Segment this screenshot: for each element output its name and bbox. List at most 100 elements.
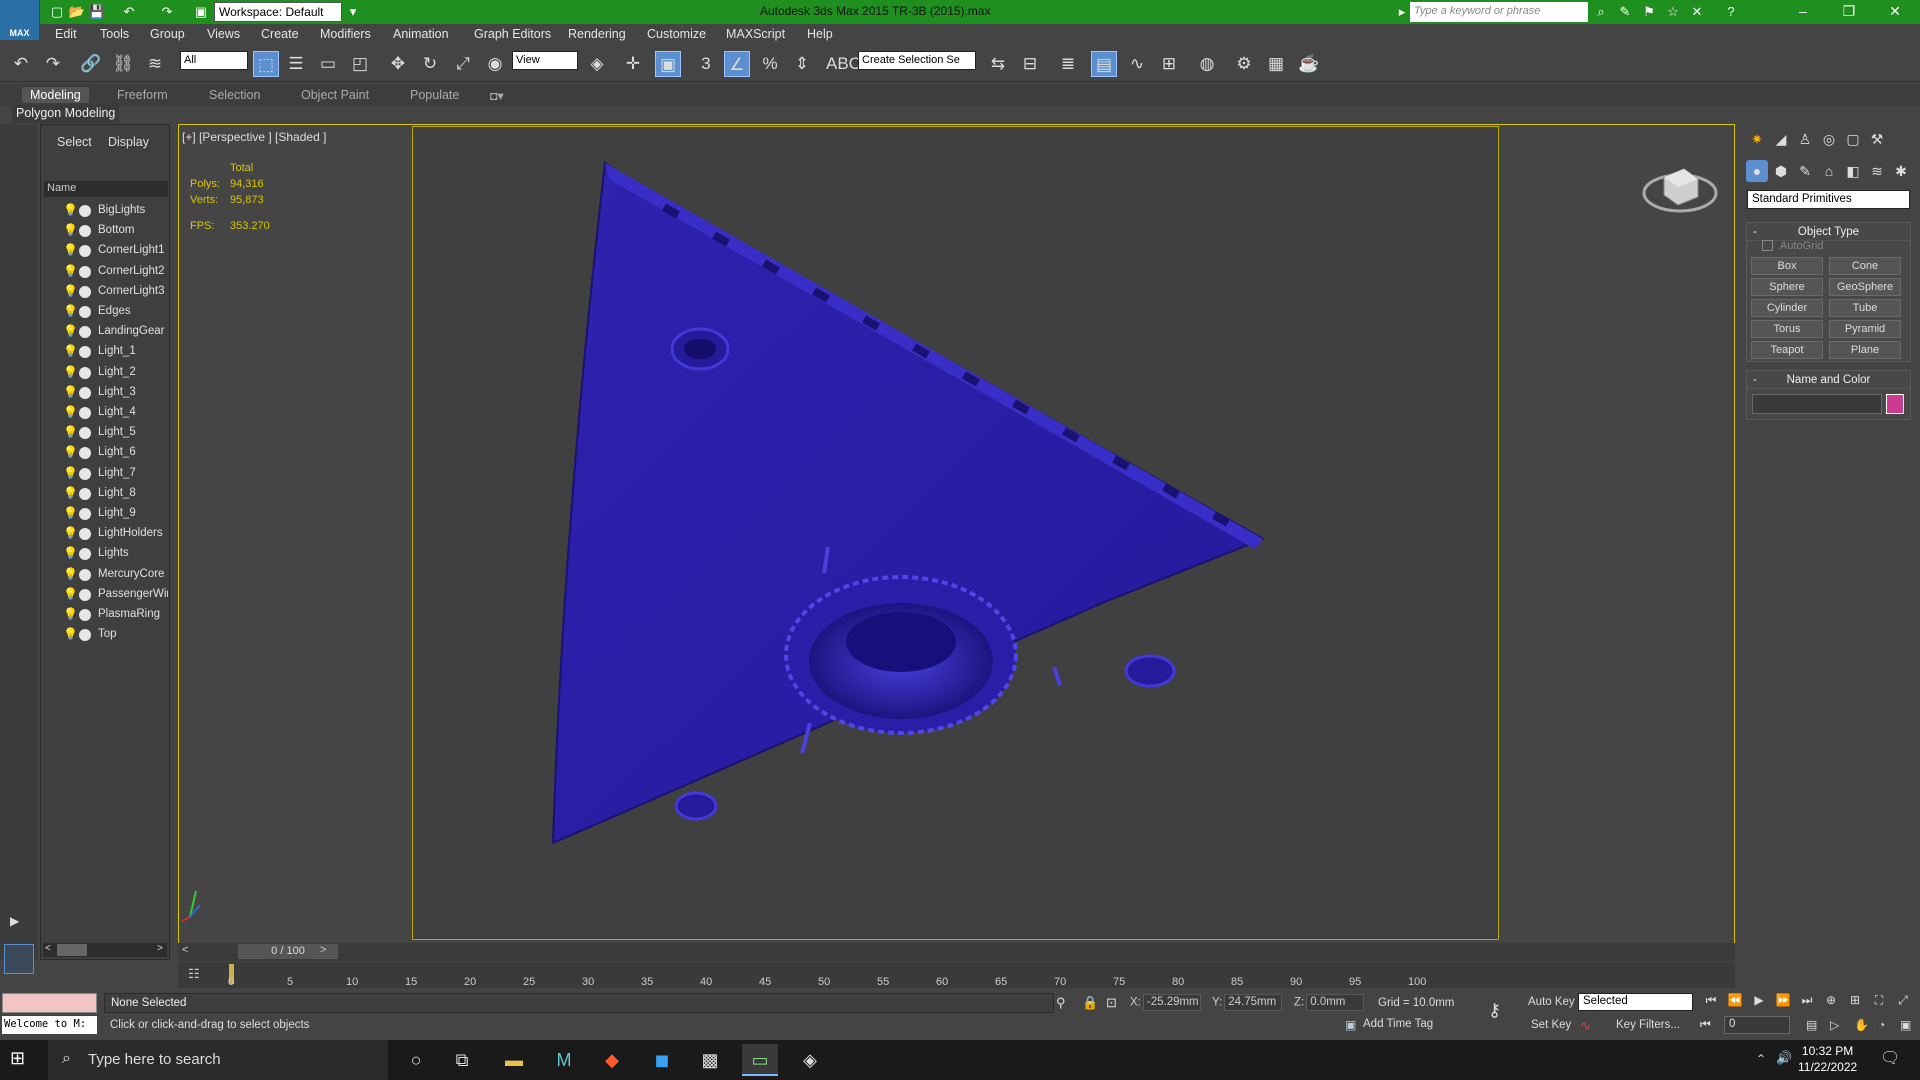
spacewarps-icon[interactable]: ≋ bbox=[1866, 160, 1888, 182]
cortana-icon[interactable]: ○ bbox=[398, 1044, 434, 1076]
angle-snap-icon[interactable]: ∠ bbox=[724, 51, 750, 77]
time-slider[interactable]: < 0 / 100 > bbox=[178, 943, 1735, 961]
motion-tab-icon[interactable]: ◎ bbox=[1818, 128, 1840, 150]
spaceship-model[interactable] bbox=[413, 127, 1500, 941]
app-logo[interactable]: MAX bbox=[0, 0, 40, 40]
scroll-left-icon[interactable]: < bbox=[45, 943, 51, 954]
list-item[interactable]: 💡 CornerLight3 bbox=[41, 282, 167, 302]
autogrid-box[interactable] bbox=[1762, 240, 1773, 251]
teapot-button[interactable]: Teapot bbox=[1751, 341, 1823, 359]
polygon-modeling-panel[interactable]: Polygon Modeling bbox=[12, 105, 120, 123]
align-icon[interactable]: ⊟ bbox=[1017, 51, 1043, 77]
viewport-label[interactable]: [+] [Perspective ] [Shaded ] bbox=[182, 130, 326, 144]
scroll-right-icon[interactable]: > bbox=[157, 943, 163, 954]
go-to-end-icon[interactable]: ⏭ bbox=[1796, 993, 1818, 1011]
restore-button[interactable]: ❐ bbox=[1826, 0, 1872, 24]
scrollbar-thumb[interactable] bbox=[57, 944, 87, 956]
subscription-icon[interactable]: ⚑ bbox=[1640, 3, 1658, 21]
notifications-icon[interactable]: 🗨 bbox=[1880, 1048, 1900, 1068]
list-item[interactable]: 💡 Light_6 bbox=[41, 443, 167, 463]
helpers-icon[interactable]: ◧ bbox=[1842, 160, 1864, 182]
save-file-icon[interactable]: 💾 bbox=[88, 3, 106, 21]
lightbulb-icon[interactable]: 💡 bbox=[63, 587, 78, 601]
auto-key-button[interactable]: Auto Key bbox=[1528, 996, 1575, 1008]
key-filters-button[interactable]: Key Filters... bbox=[1616, 1019, 1680, 1031]
object-name-input[interactable] bbox=[1752, 394, 1882, 414]
utilities-tab-icon[interactable]: ⚒ bbox=[1866, 128, 1888, 150]
go-to-start-icon[interactable]: ⏮ bbox=[1700, 993, 1722, 1011]
maximize-viewport-icon[interactable]: ⤢ bbox=[1892, 993, 1914, 1011]
rect-selection-icon[interactable]: ▭ bbox=[315, 51, 341, 77]
schematic-view-icon[interactable]: ⊞ bbox=[1156, 51, 1182, 77]
set-key-button[interactable]: Set Key bbox=[1531, 1019, 1571, 1031]
visibility-toggle-icon[interactable] bbox=[79, 265, 91, 278]
object-color-swatch[interactable] bbox=[1886, 394, 1904, 414]
system-clock[interactable]: 10:32 PM 11/22/2022 bbox=[1798, 1043, 1857, 1075]
visibility-toggle-icon[interactable] bbox=[79, 366, 91, 379]
tube-button[interactable]: Tube bbox=[1829, 299, 1901, 317]
lightbulb-icon[interactable]: 💡 bbox=[63, 405, 78, 419]
lightbulb-icon[interactable]: 💡 bbox=[63, 203, 78, 217]
key-mode-dropdown[interactable]: Selected bbox=[1578, 993, 1693, 1011]
create-tab-icon[interactable]: ✷ bbox=[1746, 128, 1768, 150]
key-mode-toggle-icon[interactable]: ⏮ bbox=[1700, 1017, 1711, 1032]
viewport-layout-icon[interactable] bbox=[4, 944, 34, 974]
tools-icon[interactable]: ✎ bbox=[1616, 3, 1634, 21]
3dsmax-taskbar-icon[interactable]: ▭ bbox=[742, 1044, 778, 1076]
maya-app-icon[interactable]: M bbox=[546, 1044, 582, 1076]
list-item[interactable]: 💡 Light_1 bbox=[41, 342, 167, 362]
previous-frame-icon[interactable]: ⏪ bbox=[1724, 993, 1746, 1011]
lightbulb-icon[interactable]: 💡 bbox=[63, 607, 78, 621]
binoculars-icon[interactable]: ⌕ bbox=[1592, 3, 1610, 21]
viewcube[interactable] bbox=[1640, 155, 1720, 215]
lightbulb-icon[interactable]: 💡 bbox=[63, 324, 78, 338]
visibility-toggle-icon[interactable] bbox=[79, 568, 91, 581]
pan-view-icon[interactable]: ✋ bbox=[1854, 1018, 1869, 1032]
taskbar-search-input[interactable]: ⌕ Type here to search bbox=[48, 1040, 388, 1080]
explorer-tab-display[interactable]: Display bbox=[108, 135, 149, 149]
redo-icon[interactable]: ↷ bbox=[158, 3, 176, 21]
lightbulb-icon[interactable]: 💡 bbox=[63, 445, 78, 459]
set-key-icon[interactable]: ⚷ bbox=[1488, 1000, 1501, 1021]
list-item[interactable]: 💡 Light_8 bbox=[41, 484, 167, 504]
tab-selection[interactable]: Selection bbox=[201, 87, 268, 103]
play-icon[interactable]: ▶ bbox=[1748, 993, 1770, 1011]
list-item[interactable]: 💡 PlasmaRing bbox=[41, 605, 167, 625]
reference-coordinate-dropdown[interactable]: View bbox=[512, 51, 578, 70]
absolute-mode-icon[interactable]: ⊡ bbox=[1106, 995, 1117, 1011]
menu-graph-editors[interactable]: Graph Editors bbox=[474, 27, 551, 41]
bind-spacewarp-icon[interactable]: ≋ bbox=[142, 51, 168, 77]
lightbulb-icon[interactable]: 💡 bbox=[63, 223, 78, 237]
lightbulb-icon[interactable]: 💡 bbox=[63, 344, 78, 358]
menu-tools[interactable]: Tools bbox=[100, 27, 129, 41]
lightbulb-icon[interactable]: 💡 bbox=[63, 304, 78, 318]
move-icon[interactable]: ✥ bbox=[385, 51, 411, 77]
add-time-tag-button[interactable]: Add Time Tag bbox=[1363, 1018, 1433, 1030]
visibility-toggle-icon[interactable] bbox=[79, 508, 91, 520]
visibility-toggle-icon[interactable] bbox=[79, 386, 91, 399]
unity-icon[interactable]: ◈ bbox=[792, 1044, 828, 1076]
menu-modifiers[interactable]: Modifiers bbox=[320, 27, 371, 41]
visibility-toggle-icon[interactable] bbox=[79, 528, 91, 541]
plane-button[interactable]: Plane bbox=[1829, 341, 1901, 359]
tab-freeform[interactable]: Freeform bbox=[109, 87, 176, 103]
next-frame-icon[interactable]: > bbox=[320, 944, 326, 956]
current-frame-field[interactable]: 0 bbox=[1724, 1016, 1790, 1034]
select-object-icon[interactable]: ⬚ bbox=[253, 51, 279, 77]
track-bar[interactable]: ☷ 0 5 10 15 20 25 30 35 40 45 50 55 60 65 70 75 80 85 90 95… bbox=[178, 962, 1735, 988]
visibility-toggle-icon[interactable] bbox=[79, 588, 91, 601]
undo-icon[interactable]: ↶ bbox=[8, 51, 34, 77]
mini-curve-editor-icon[interactable]: ☷ bbox=[188, 966, 200, 982]
open-file-icon[interactable]: 📂 bbox=[68, 3, 86, 21]
menu-create[interactable]: Create bbox=[261, 27, 299, 41]
list-item[interactable]: 💡 LightHolders bbox=[41, 524, 167, 544]
tray-chevron-icon[interactable]: ⌃ bbox=[1756, 1052, 1766, 1066]
lightbulb-icon[interactable]: 💡 bbox=[63, 526, 78, 540]
visibility-toggle-icon[interactable] bbox=[79, 245, 91, 258]
store-app-icon[interactable]: ◼ bbox=[644, 1044, 680, 1076]
visibility-toggle-icon[interactable] bbox=[79, 609, 91, 621]
primitive-category-dropdown[interactable]: Standard Primitives bbox=[1747, 190, 1910, 209]
minimize-button[interactable]: – bbox=[1780, 0, 1826, 24]
y-coordinate-field[interactable]: 24.75mm bbox=[1224, 994, 1283, 1011]
hierarchy-tab-icon[interactable]: ♙ bbox=[1794, 128, 1816, 150]
